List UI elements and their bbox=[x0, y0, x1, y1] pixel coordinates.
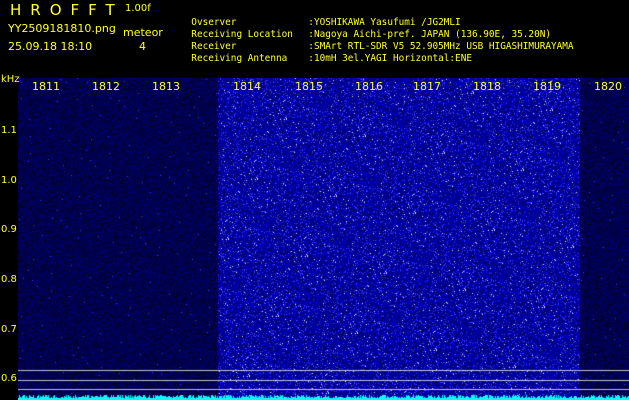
timestamp-label: 25.09.18 18:10 bbox=[8, 40, 93, 53]
antenna-row: Receiving Antenna :10mH 3el.YAGI Horizont… bbox=[180, 42, 472, 64]
y-tick-1-1: 1.1 bbox=[1, 125, 17, 136]
x-tick-1812: 1812 bbox=[92, 80, 120, 93]
x-tick-1815: 1815 bbox=[295, 80, 323, 93]
x-tick-1819: 1819 bbox=[533, 80, 561, 93]
y-tick-0-8: 0.8 bbox=[1, 274, 17, 285]
spectrogram-canvas bbox=[18, 78, 629, 400]
spectrogram-plot bbox=[18, 78, 629, 400]
x-tick-1813: 1813 bbox=[152, 80, 180, 93]
x-tick-1820: 1820 bbox=[594, 80, 622, 93]
antenna-key: Receiving Antenna bbox=[191, 53, 288, 64]
y-tick-0-7: 0.7 bbox=[1, 324, 17, 335]
antenna-value: :10mH 3el.YAGI Horizontal:ENE bbox=[308, 53, 472, 64]
y-axis-unit: kHz bbox=[1, 74, 20, 85]
x-tick-1814: 1814 bbox=[233, 80, 261, 93]
y-tick-0-6: 0.6 bbox=[1, 373, 17, 384]
version-label: 1.00f bbox=[125, 3, 151, 14]
y-tick-0-9: 0.9 bbox=[1, 224, 17, 235]
app-title: HROFFT bbox=[10, 1, 124, 19]
x-tick-1817: 1817 bbox=[413, 80, 441, 93]
y-tick-1-0: 1.0 bbox=[1, 175, 17, 186]
x-tick-1816: 1816 bbox=[355, 80, 383, 93]
x-tick-1818: 1818 bbox=[473, 80, 501, 93]
meteor-count: 4 bbox=[139, 40, 146, 53]
filename-label: YY2509181810.png bbox=[8, 22, 116, 35]
x-tick-1811: 1811 bbox=[32, 80, 60, 93]
meteor-label: meteor bbox=[123, 26, 163, 39]
